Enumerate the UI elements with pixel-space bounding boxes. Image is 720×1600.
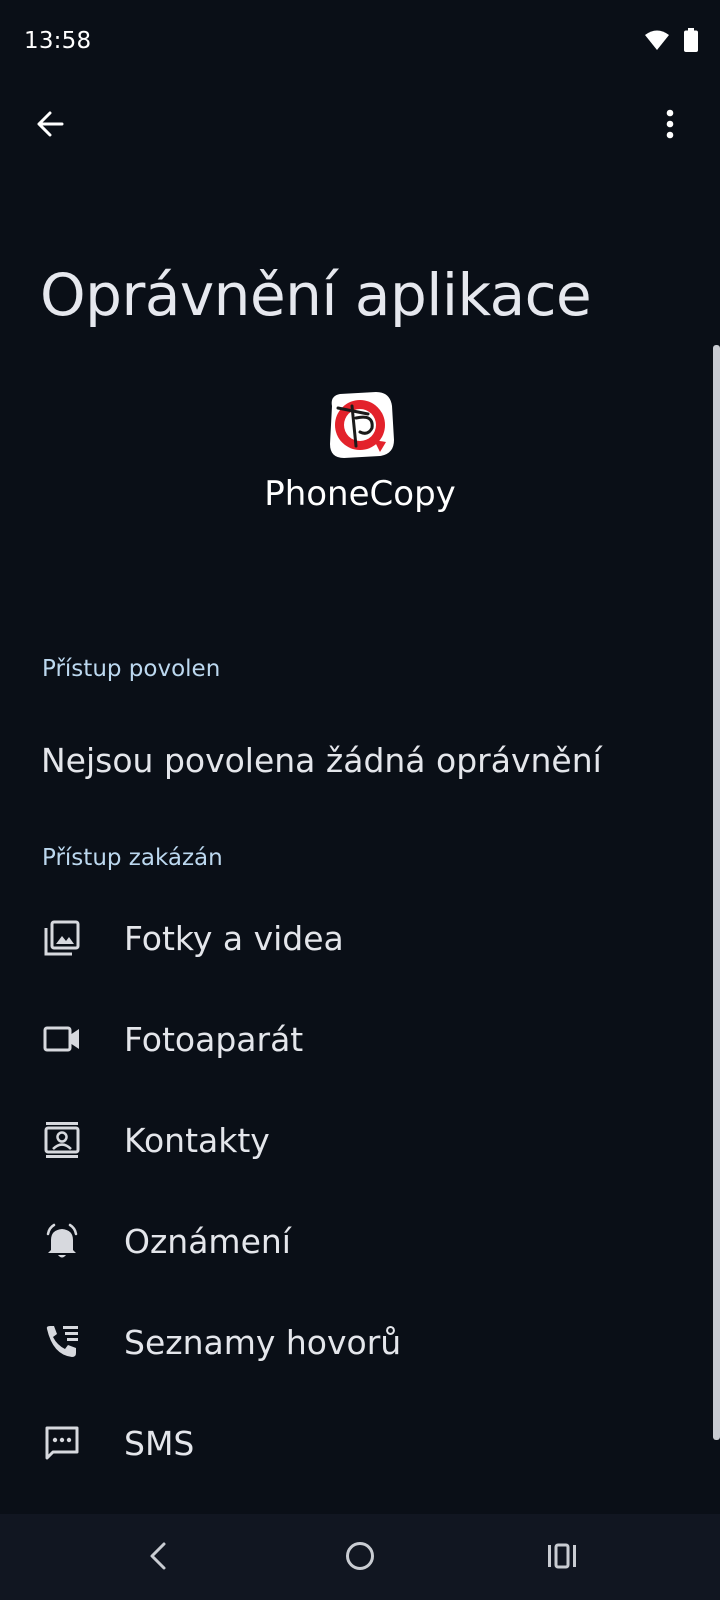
call-log-icon [40,1320,84,1364]
permission-label: SMS [124,1423,195,1463]
scrollbar[interactable] [713,345,720,1440]
arrow-left-icon [35,109,65,143]
permission-item-camera[interactable]: Fotoaparát [0,989,700,1089]
nav-home-icon [344,1540,376,1576]
app-name: PhoneCopy [264,474,456,514]
no-permissions-text: Nejsou povolena žádná oprávnění [41,741,602,780]
sms-icon [40,1421,84,1465]
section-label-allowed: Přístup povolen [42,656,221,682]
permission-label: Seznamy hovorů [124,1322,402,1362]
page-title: Oprávnění aplikace [40,260,592,329]
status-bar: 13:58 [0,0,720,86]
nav-recents-icon [546,1542,578,1574]
permission-item-photos[interactable]: Fotky a videa [0,888,700,988]
videocam-icon [40,1017,84,1061]
toolbar [0,86,720,166]
nav-back-button[interactable] [128,1528,188,1588]
photo-library-icon [40,916,84,960]
permission-label: Oznámení [124,1221,291,1261]
permission-item-call-logs[interactable]: Seznamy hovorů [0,1292,700,1392]
nav-recents-button[interactable] [532,1528,592,1588]
permission-label: Fotky a videa [124,918,344,958]
permission-item-notifications[interactable]: Oznámení [0,1191,700,1291]
permission-label: Kontakty [124,1120,270,1160]
more-vertical-icon [666,109,674,143]
battery-icon [684,28,698,56]
permission-item-contacts[interactable]: Kontakty [0,1090,700,1190]
permission-item-sms[interactable]: SMS [0,1393,700,1493]
nav-back-icon [146,1541,170,1575]
status-time: 13:58 [24,28,92,54]
section-label-denied: Přístup zakázán [42,845,223,871]
notification-bell-icon [40,1219,84,1263]
permission-label: Fotoaparát [124,1019,304,1059]
back-button[interactable] [22,98,78,154]
wifi-icon [644,29,670,55]
nav-home-button[interactable] [330,1528,390,1588]
more-options-button[interactable] [642,98,698,154]
phonecopy-logo [324,388,396,460]
navigation-bar [0,1514,720,1600]
app-header: PhoneCopy [0,388,720,514]
status-icons [644,28,698,56]
contacts-icon [40,1118,84,1162]
